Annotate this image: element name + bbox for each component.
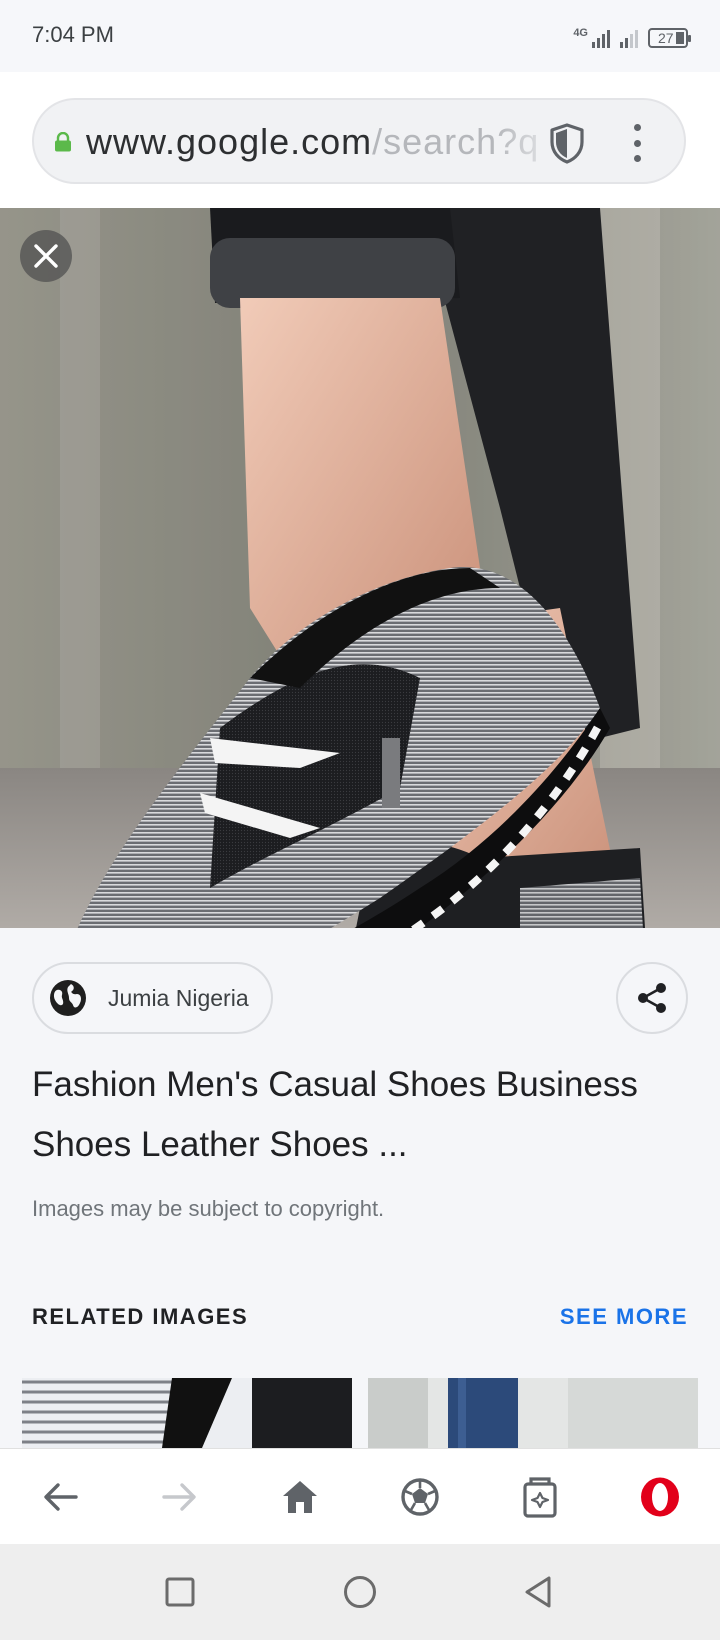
battery-icon: 27 [648,28,691,48]
forward-button[interactable] [156,1473,204,1521]
see-more-link[interactable]: SEE MORE [560,1304,688,1330]
network-type-label: 4G [573,27,588,39]
opera-icon [641,1477,679,1517]
source-name: Jumia Nigeria [108,984,249,1011]
back-button[interactable] [36,1473,84,1521]
globe-icon [50,980,86,1016]
share-icon [638,983,666,1013]
related-image-thumbnail[interactable] [22,1378,352,1448]
soccer-ball-icon [401,1478,439,1516]
secondary-signal-icon [620,28,638,48]
result-title[interactable]: Fashion Men's Casual Shoes Business Shoe… [32,1055,692,1175]
product-image[interactable] [0,208,720,928]
related-image-thumbnail[interactable] [368,1378,698,1448]
close-button[interactable] [20,230,72,282]
source-chip[interactable]: Jumia Nigeria [32,962,273,1034]
tabs-icon [523,1477,557,1518]
forward-arrow-icon [162,1483,196,1511]
copyright-note: Images may be subject to copyright. [32,1196,385,1221]
opera-menu-button[interactable] [636,1473,684,1521]
back-arrow-icon [44,1483,78,1511]
back-triangle-icon [525,1576,551,1608]
battery-level: 27 [658,30,674,46]
address-bar[interactable]: www.google.com/search?q [32,98,686,184]
more-vert-icon[interactable] [630,124,644,162]
url-text[interactable]: www.google.com/search?q [86,120,566,164]
browser-top-bar: www.google.com/search?q [0,72,720,208]
status-icons: 4G 27 [573,24,691,48]
status-time: 7:04 PM [32,22,114,47]
shield-icon[interactable] [548,122,586,164]
close-icon [34,244,58,268]
tabs-button[interactable] [516,1473,564,1521]
status-bar: 7:04 PM 4G 27 [0,0,720,72]
system-back-button[interactable] [518,1572,558,1612]
sports-button[interactable] [396,1473,444,1521]
home-icon [283,1481,317,1513]
recents-square-icon [165,1577,195,1607]
url-host: www.google.com [86,121,373,162]
system-home-button[interactable] [340,1572,380,1612]
system-navigation-bar [0,1544,720,1640]
recents-button[interactable] [160,1572,200,1612]
cellular-signal-icon: 4G [573,28,610,48]
home-button[interactable] [276,1473,324,1521]
home-circle-icon [344,1576,376,1608]
lock-icon [55,132,71,152]
share-button[interactable] [616,962,688,1034]
browser-bottom-toolbar [0,1448,720,1544]
related-images-header: RELATED IMAGES [32,1304,249,1329]
